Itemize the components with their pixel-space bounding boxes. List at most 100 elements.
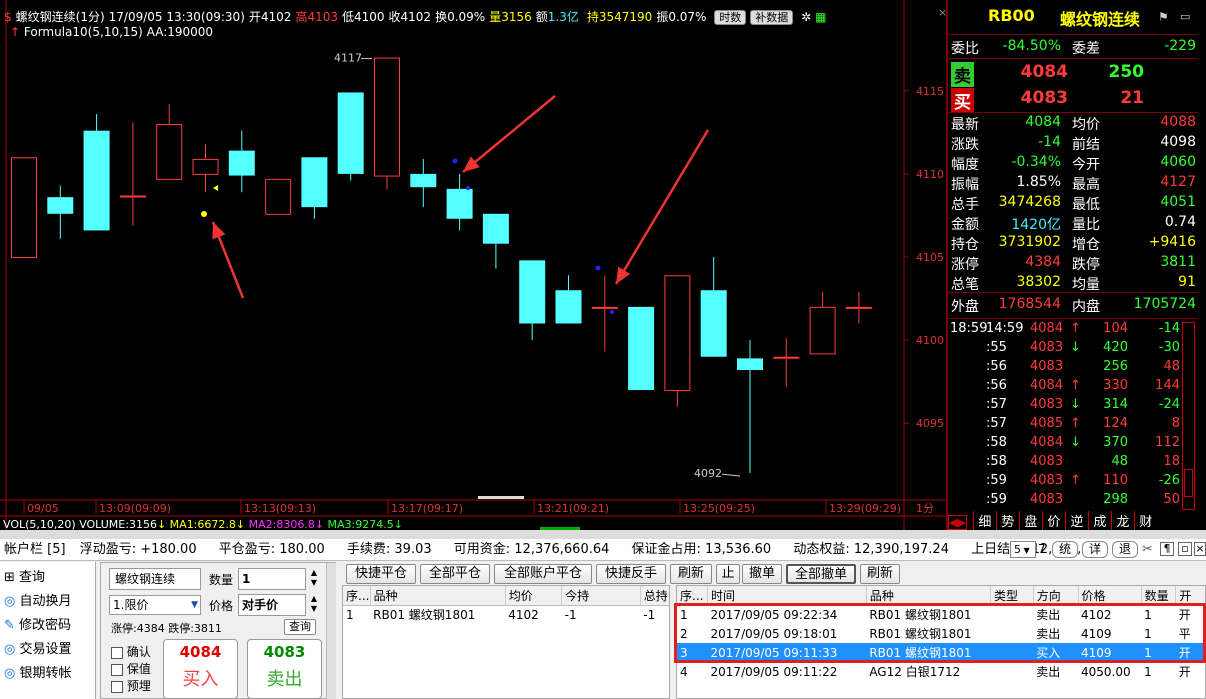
buy-button[interactable]: 4084 买入 <box>163 639 238 699</box>
quote-tab[interactable]: 势 <box>995 511 1019 530</box>
table-cell: -1 <box>564 607 577 622</box>
quote-tab[interactable]: 价 <box>1041 511 1065 530</box>
left-menu-item[interactable]: ✎ 修改密码 <box>4 614 71 633</box>
query-button[interactable]: 查询 <box>284 619 316 635</box>
dollar-icon: $ <box>4 10 12 24</box>
table-cell: 4102 <box>1081 607 1112 622</box>
timeshare-button[interactable]: 时数 <box>714 10 747 25</box>
action-button[interactable]: 刷新 <box>670 564 712 584</box>
flag-icon[interactable]: ⚑ <box>1158 10 1169 24</box>
table-row[interactable]: 3 2017/09/05 09:11:33 RB01 螺纹钢1801 买入 4109 1 开 <box>677 643 1205 662</box>
kline-svg[interactable]: 4115 4110 4105 4100 4095 09/05 13:09(09:09) 13:… <box>0 0 946 530</box>
turnover-rate: 换0.09% <box>435 10 486 24</box>
column-header[interactable]: 序... <box>677 586 709 605</box>
confirm-checkbox[interactable]: 确认 <box>111 643 151 660</box>
tick-direction: ↑ <box>1070 378 1081 393</box>
quote-tabs[interactable]: ◀▶ 细势盘价逆成龙财 <box>948 511 1206 530</box>
stat-label: 最低 <box>1072 197 1100 213</box>
stat-button[interactable]: 统 <box>1052 541 1078 558</box>
tab-scroll-icon[interactable]: ◀▶ <box>948 515 967 530</box>
stat-value: +9416 <box>1148 234 1196 250</box>
stat-label: 持仓 <box>951 237 979 253</box>
left-menu-item[interactable]: ◎ 自动换月 <box>4 590 72 609</box>
tick-price: 4083 <box>1030 340 1064 355</box>
settings-icon[interactable]: ✲ <box>801 10 811 24</box>
menu-item-label: 自动换月 <box>19 594 72 609</box>
candle-body <box>482 213 509 244</box>
tick-scrollbar[interactable] <box>1182 322 1195 510</box>
column-header[interactable]: 今持 <box>561 586 641 605</box>
action-button[interactable]: 撤单 <box>742 564 782 584</box>
column-header[interactable]: 序... <box>343 586 371 605</box>
table-cell: 4 <box>680 664 688 679</box>
tick-row: :55 4083 ↓ 420 -30 <box>948 340 1182 359</box>
order-type-select[interactable]: 1.限价 ▼ <box>109 595 201 615</box>
action-button[interactable]: 全部平仓 <box>420 564 490 584</box>
kline-chart[interactable]: 4115 4110 4105 4100 4095 09/05 13:09(09:09) 13:… <box>0 0 947 531</box>
column-header[interactable]: 类型 <box>990 586 1034 605</box>
back-button[interactable]: 退 <box>1112 541 1138 558</box>
price-stepper[interactable]: ▲ ▼ <box>308 594 320 616</box>
column-header[interactable]: 均价 <box>505 586 563 605</box>
bar-digit: 7 <box>1038 542 1046 556</box>
action-button[interactable]: 止 <box>716 564 740 584</box>
contract-input[interactable]: 螺纹钢连续 <box>109 568 201 590</box>
table-row[interactable]: 1 2017/09/05 09:22:34 RB01 螺纹钢1801 卖出 4102 1 开 <box>677 605 1205 624</box>
table-cell <box>990 605 1033 624</box>
quote-tab[interactable]: 成 <box>1087 511 1111 530</box>
column-header[interactable]: 品种 <box>866 586 991 605</box>
action-button[interactable]: 全部撤单 <box>786 564 856 584</box>
minimize-icon[interactable]: ▭ <box>1180 10 1190 23</box>
stat-value: 91 <box>1178 274 1196 290</box>
qty-stepper[interactable]: ▲ ▼ <box>308 568 320 590</box>
tick-time: :56 <box>986 359 1007 374</box>
qty-input[interactable]: 1 <box>238 568 306 590</box>
chip-icon[interactable]: ▦ <box>815 10 826 24</box>
left-menu-item[interactable]: ◎ 交易设置 <box>4 638 72 657</box>
candle-body <box>192 158 219 175</box>
close-pl: 平仓盈亏: 180.00 <box>218 542 325 557</box>
preset-checkbox[interactable]: 预埋 <box>111 677 151 694</box>
tool-icon[interactable]: ✂ <box>1142 542 1153 557</box>
table-row[interactable]: 4 2017/09/05 09:11:22 AG12 白银1712 卖出 4050.00… <box>677 662 1205 681</box>
quote-tab[interactable]: 细 <box>972 511 996 530</box>
table-cell: RB01 螺纹钢1801 <box>869 627 972 641</box>
quote-tab[interactable]: 盘 <box>1018 511 1042 530</box>
tick-price: 4083 <box>1030 397 1064 412</box>
column-header[interactable]: 价格 <box>1078 586 1142 605</box>
table-row[interactable]: 1 RB01 螺纹钢1801 4102 -1 -1 <box>343 605 669 624</box>
hedge-checkbox[interactable]: 保值 <box>111 660 151 677</box>
margin-used: 保证金占用: 13,536.60 <box>631 542 772 557</box>
quote-tab[interactable]: 逆 <box>1064 511 1088 530</box>
detail-button[interactable]: 详 <box>1082 541 1108 558</box>
fill-data-button[interactable]: 补数据 <box>750 10 794 25</box>
chart-header: $ 螺纹钢连续(1分) 17/09/05 13:30(09:30) 开4102 高410… <box>4 8 831 25</box>
quote-tab[interactable]: 龙 <box>1110 511 1134 530</box>
left-menu-item[interactable]: ⊞ 查询 <box>4 566 45 585</box>
close-chart-icon[interactable]: × <box>938 6 947 22</box>
quote-tab[interactable]: 财 <box>1133 511 1157 530</box>
table-row[interactable]: 2 2017/09/05 09:18:01 RB01 螺纹钢1801 卖出 4109 1 平 <box>677 624 1205 643</box>
action-button[interactable]: 快捷平仓 <box>346 564 416 584</box>
pin-icon[interactable]: ¶ <box>1160 542 1174 556</box>
column-header[interactable]: 数量 <box>1141 586 1177 605</box>
form-scrollbar[interactable] <box>326 563 336 699</box>
sell-button[interactable]: 4083 卖出 <box>247 639 322 699</box>
close-icon[interactable]: × <box>1194 542 1206 556</box>
column-header[interactable]: 时间 <box>707 586 867 605</box>
column-header[interactable]: 总持 <box>640 586 669 605</box>
restore-icon[interactable]: ▫ <box>1178 542 1192 556</box>
account-spinner[interactable]: 5 ▼ <box>1010 541 1036 558</box>
column-header[interactable]: 品种 <box>370 586 506 605</box>
column-header[interactable]: 开 <box>1175 586 1205 605</box>
high-annotation: 4117 <box>334 52 362 65</box>
action-button[interactable]: 刷新 <box>860 564 900 584</box>
left-menu-item[interactable]: ◎ 银期转帐 <box>4 662 72 681</box>
column-header[interactable]: 方向 <box>1033 586 1079 605</box>
candle-body <box>301 157 328 208</box>
table-cell: 2017/09/05 09:11:33 <box>710 645 838 660</box>
datetime: 17/09/05 13:30(09:30) <box>108 10 245 24</box>
price-input[interactable]: 对手价 <box>238 594 306 616</box>
action-button[interactable]: 全部账户平仓 <box>494 564 592 584</box>
action-button[interactable]: 快捷反手 <box>596 564 666 584</box>
